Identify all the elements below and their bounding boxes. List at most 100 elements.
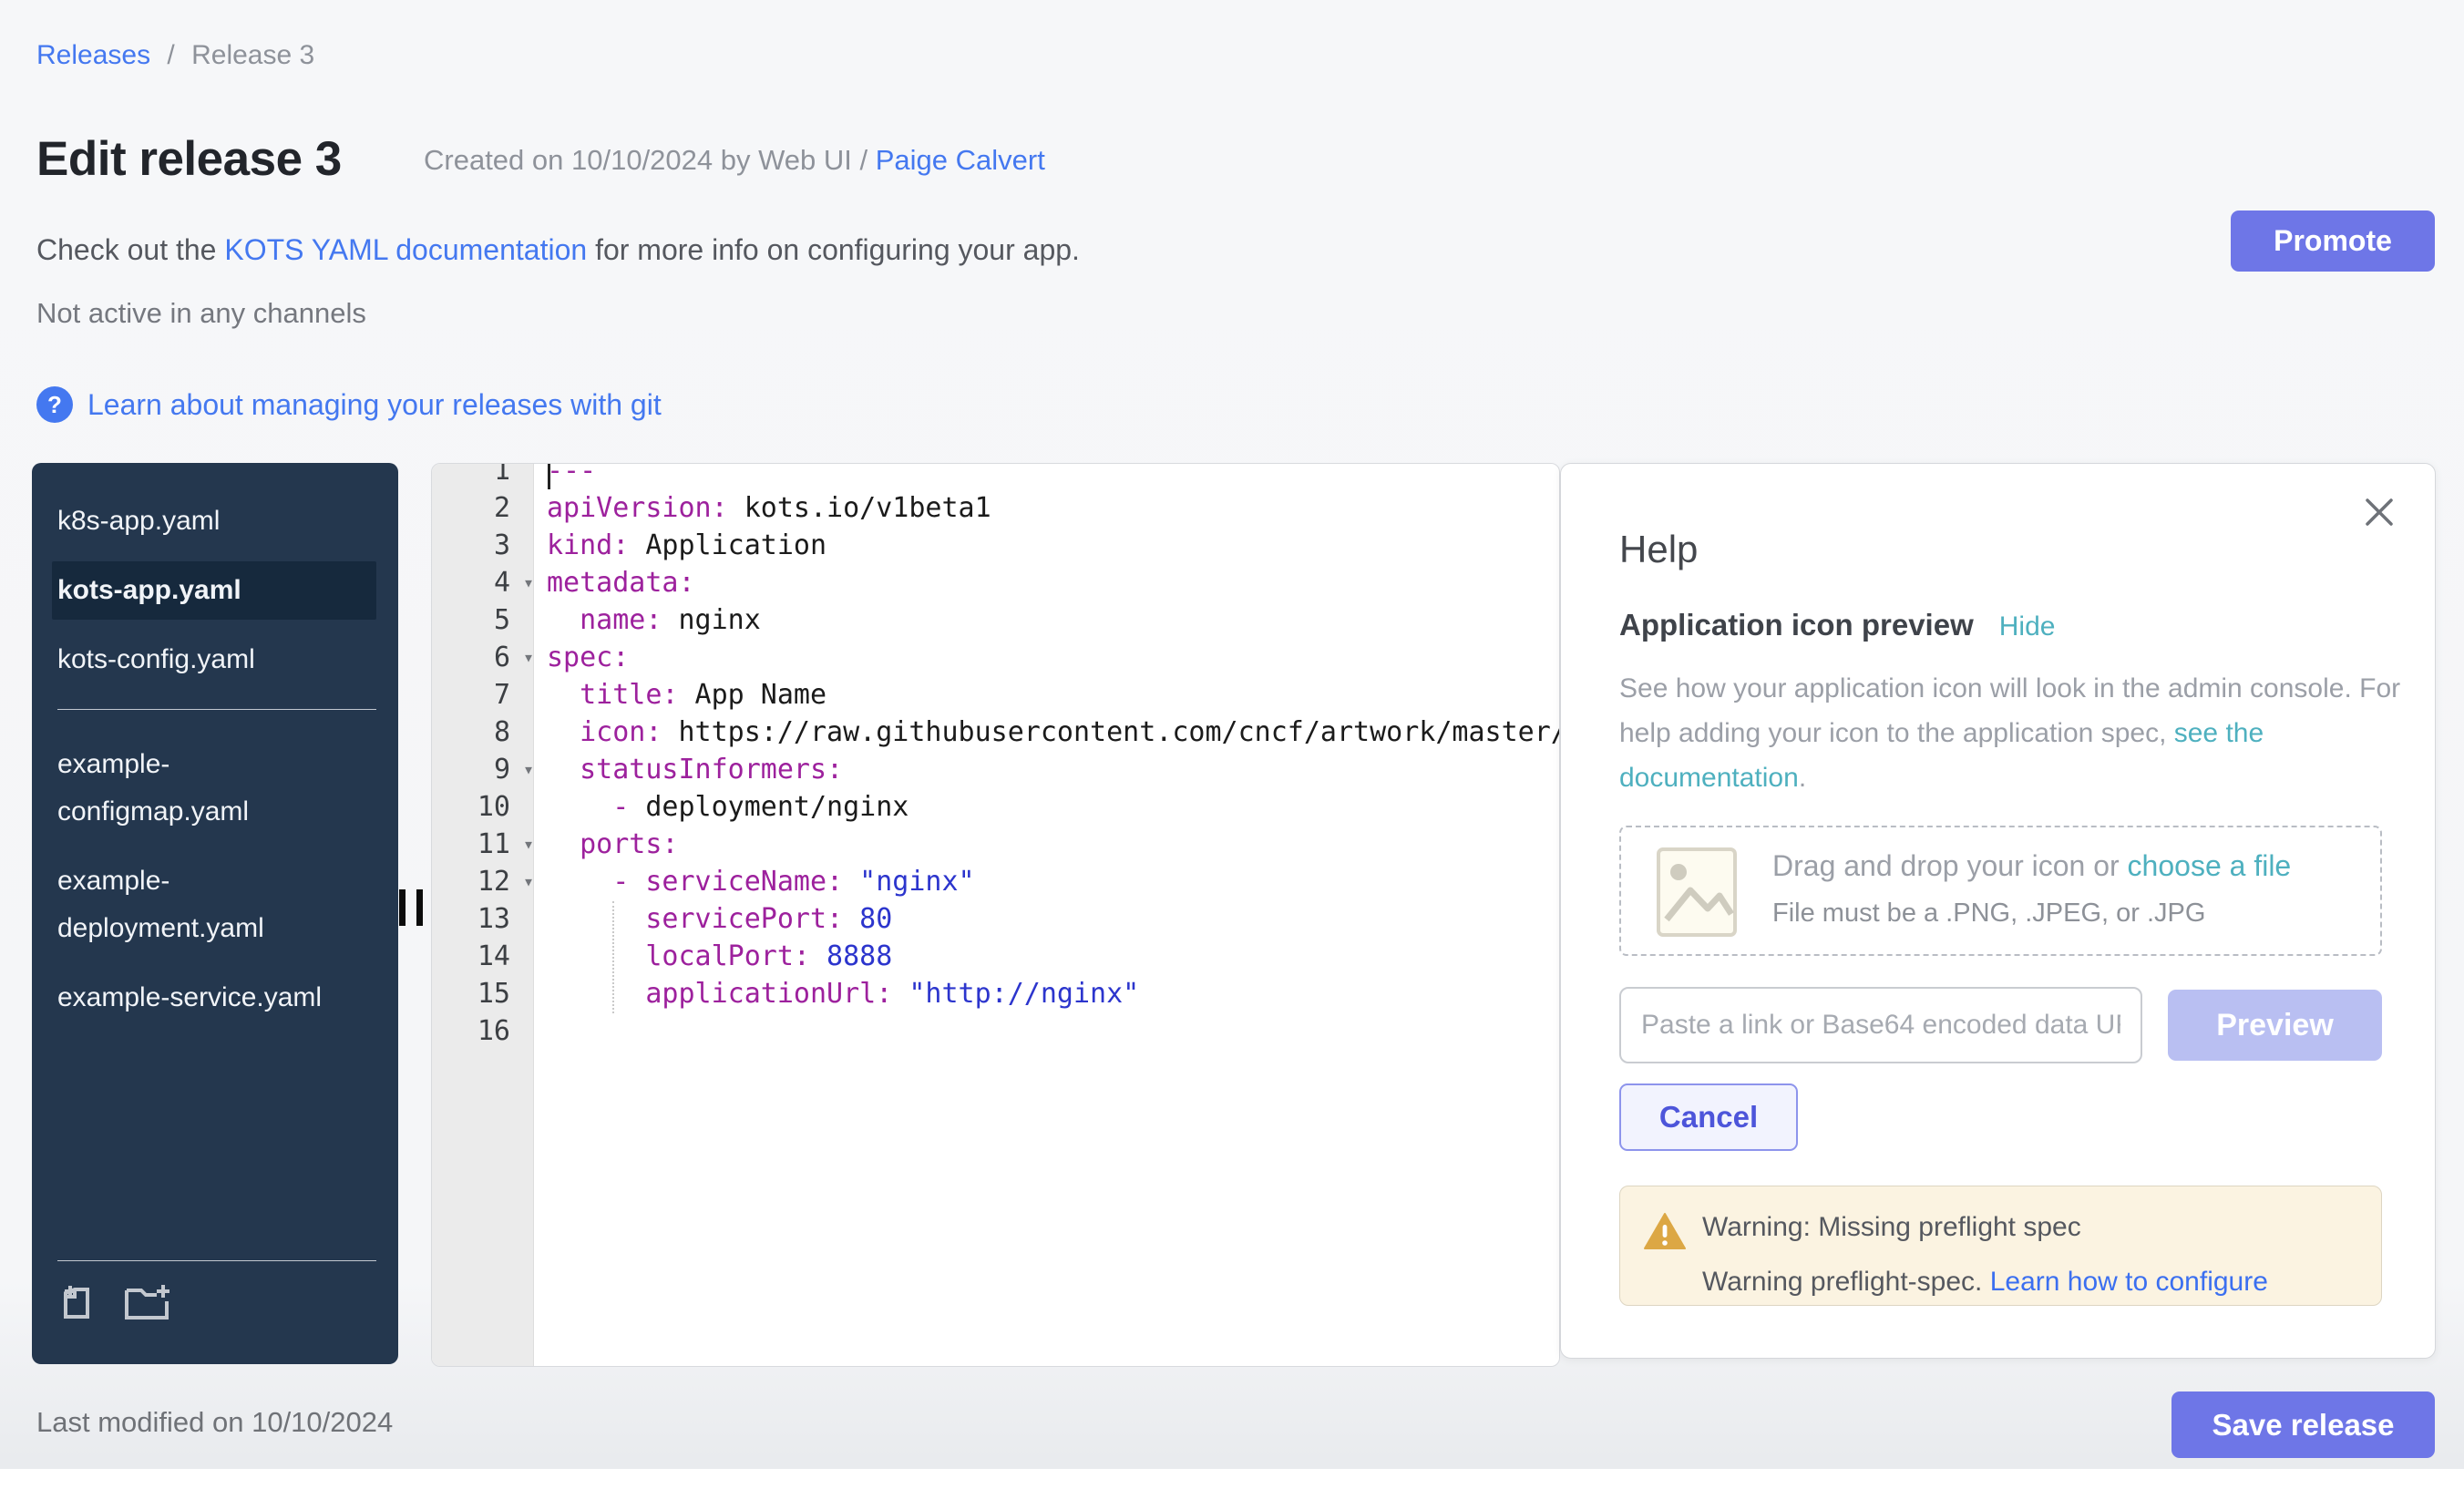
drop-zone-file-types: File must be a .PNG, .JPEG, or .JPG xyxy=(1772,899,2205,929)
page-title: Edit release 3 xyxy=(36,131,342,187)
code-line[interactable]: - deployment/nginx xyxy=(547,788,1560,826)
docs-hint: Check out the KOTS YAML documentation fo… xyxy=(36,233,1080,267)
line-number: 5 xyxy=(432,601,534,639)
file-tree-sidebar: k8s-app.yaml kots-app.yaml kots-config.yam… xyxy=(32,463,398,1364)
git-help-link[interactable]: Learn about managing your releases with … xyxy=(87,388,662,422)
code-line[interactable]: metadata: xyxy=(547,564,1560,601)
hide-link[interactable]: Hide xyxy=(1999,611,2056,642)
fold-arrow-icon[interactable]: ▾ xyxy=(523,751,534,788)
drop-text-prefix: Drag and drop your icon or xyxy=(1772,849,2128,882)
docs-hint-prefix: Check out the xyxy=(36,233,224,266)
file-item[interactable]: example-deployment.yaml xyxy=(52,852,339,958)
code-lines: ---apiVersion: kots.io/v1beta1kind: Appl… xyxy=(534,463,1560,1050)
fold-arrow-icon[interactable]: ▾ xyxy=(523,863,534,900)
breadcrumb-separator: / xyxy=(167,40,174,70)
learn-how-to-configure-link[interactable]: Learn how to configure xyxy=(1990,1267,2268,1297)
file-item[interactable]: k8s-app.yaml xyxy=(52,492,339,550)
choose-a-file-link[interactable]: choose a file xyxy=(2128,849,2292,882)
file-tree: k8s-app.yamlkots-app.yamlkots-config.yam… xyxy=(57,492,376,1038)
breadcrumb-current: Release 3 xyxy=(191,40,314,70)
file-item[interactable]: kots-app.yaml xyxy=(52,561,376,620)
kots-yaml-docs-link[interactable]: KOTS YAML documentation xyxy=(224,233,587,266)
line-number: 4▾ xyxy=(432,564,534,601)
add-folder-icon[interactable] xyxy=(123,1281,174,1328)
file-item[interactable]: example-configmap.yaml xyxy=(52,735,339,841)
line-number: 10 xyxy=(432,788,534,826)
line-number: 15 xyxy=(432,975,534,1012)
code-line[interactable]: name: nginx xyxy=(547,601,1560,639)
file-tree-divider xyxy=(57,709,376,710)
code-line[interactable]: spec: xyxy=(547,639,1560,676)
icon-preview-section-header: Application icon preview Hide xyxy=(1619,608,2055,642)
fold-arrow-icon[interactable]: ▾ xyxy=(523,564,534,601)
close-icon[interactable] xyxy=(2360,493,2398,531)
help-title: Help xyxy=(1619,528,1698,571)
drop-zone-text: Drag and drop your icon or choose a file xyxy=(1772,849,2291,883)
line-number: 16 xyxy=(432,1012,534,1050)
icon-url-input[interactable] xyxy=(1619,987,2142,1063)
add-file-icon[interactable] xyxy=(57,1281,99,1328)
breadcrumb-releases-link[interactable]: Releases xyxy=(36,40,150,70)
code-line[interactable]: statusInformers: xyxy=(547,751,1560,788)
text-cursor xyxy=(548,464,550,489)
code-line[interactable]: title: App Name xyxy=(547,676,1560,714)
warning-title: Warning: Missing preflight spec xyxy=(1702,1212,2081,1243)
editor-content: 1234▾56▾789▾1011▾12▾13141516 ---apiVersi… xyxy=(432,463,1559,1050)
preview-button[interactable]: Preview xyxy=(2168,990,2382,1061)
code-line[interactable]: servicePort: 80 xyxy=(547,900,1560,938)
breadcrumb: Releases / Release 3 xyxy=(36,40,314,71)
promote-button[interactable]: Promote xyxy=(2231,211,2435,272)
icon-preview-title: Application icon preview xyxy=(1619,608,1974,642)
edit-release-page: Releases / Release 3 Edit release 3 Crea… xyxy=(0,0,2464,1489)
line-number: 7 xyxy=(432,676,534,714)
line-number: 13 xyxy=(432,900,534,938)
line-number: 11▾ xyxy=(432,826,534,863)
footer-strip xyxy=(0,1469,2464,1489)
code-line[interactable]: localPort: 8888 xyxy=(547,938,1560,975)
line-number: 1 xyxy=(432,463,534,489)
code-line[interactable]: kind: Application xyxy=(547,527,1560,564)
line-number: 12▾ xyxy=(432,863,534,900)
file-tree-footer xyxy=(57,1260,376,1328)
channel-status: Not active in any channels xyxy=(36,297,366,330)
cancel-button[interactable]: Cancel xyxy=(1619,1083,1798,1151)
code-line[interactable]: - serviceName: "nginx" xyxy=(547,863,1560,900)
description-text: See how your application icon will look … xyxy=(1619,673,2400,748)
docs-hint-suffix: for more info on configuring your app. xyxy=(587,233,1080,266)
indent-guide xyxy=(612,901,614,1013)
line-number: 9▾ xyxy=(432,751,534,788)
fold-arrow-icon[interactable]: ▾ xyxy=(523,826,534,863)
code-line[interactable] xyxy=(547,1012,1560,1050)
image-placeholder-icon xyxy=(1656,847,1738,942)
description-period: . xyxy=(1799,763,1806,793)
save-release-button[interactable]: Save release xyxy=(2171,1391,2435,1458)
file-item[interactable]: kots-config.yaml xyxy=(52,631,339,689)
warning-body: Warning preflight-spec. Learn how to con… xyxy=(1702,1267,2268,1298)
created-text: Created on 10/10/2024 by Web UI / xyxy=(424,144,876,176)
code-line[interactable]: apiVersion: kots.io/v1beta1 xyxy=(547,489,1560,527)
icon-drop-zone[interactable]: Drag and drop your icon or choose a file… xyxy=(1619,826,2382,956)
icon-preview-description: See how your application icon will look … xyxy=(1619,666,2421,800)
resize-handle-file-tree[interactable] xyxy=(399,889,423,926)
line-numbers: 1234▾56▾789▾1011▾12▾13141516 xyxy=(432,463,534,1050)
file-item[interactable]: example-service.yaml xyxy=(52,969,339,1027)
help-panel: Help Application icon preview Hide See h… xyxy=(1560,463,2436,1359)
code-line[interactable]: icon: https://raw.githubusercontent.com/… xyxy=(547,714,1560,751)
created-author-link[interactable]: Paige Calvert xyxy=(876,144,1045,176)
code-line[interactable]: applicationUrl: "http://nginx" xyxy=(547,975,1560,1012)
git-help-row: ? Learn about managing your releases wit… xyxy=(36,386,662,423)
line-number: 2 xyxy=(432,489,534,527)
created-info: Created on 10/10/2024 by Web UI / Paige … xyxy=(424,144,1045,177)
question-mark-icon[interactable]: ? xyxy=(36,386,73,423)
line-number: 8 xyxy=(432,714,534,751)
line-number: 6▾ xyxy=(432,639,534,676)
line-number: 3 xyxy=(432,527,534,564)
yaml-editor[interactable]: 1234▾56▾789▾1011▾12▾13141516 ---apiVersi… xyxy=(431,463,1560,1367)
last-modified: Last modified on 10/10/2024 xyxy=(36,1406,393,1439)
warning-body-text: Warning preflight-spec. xyxy=(1702,1267,1990,1297)
line-number: 14 xyxy=(432,938,534,975)
code-line[interactable]: --- xyxy=(547,463,1560,489)
warning-triangle-icon xyxy=(1644,1212,1686,1255)
fold-arrow-icon[interactable]: ▾ xyxy=(523,639,534,676)
code-line[interactable]: ports: xyxy=(547,826,1560,863)
